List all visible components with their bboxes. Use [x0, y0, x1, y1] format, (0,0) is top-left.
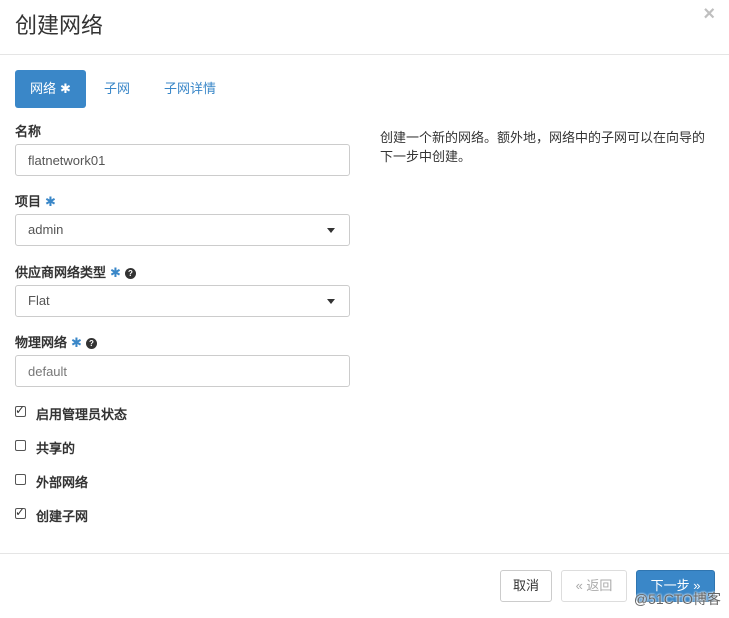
cancel-button[interactable]: 取消 [500, 570, 552, 602]
help-icon[interactable]: ? [124, 268, 136, 279]
close-icon[interactable]: × [703, 4, 715, 24]
back-button[interactable]: « 返回 [561, 570, 627, 602]
help-icon[interactable]: ? [85, 338, 97, 349]
dialog-title: 创建网络 [15, 13, 104, 38]
required-icon: ✱ [71, 335, 82, 350]
checkbox-unchecked-icon[interactable] [15, 474, 26, 485]
required-icon: ✱ [60, 81, 71, 96]
tab-network-label: 网络 [30, 81, 57, 96]
shared-label: 共享的 [36, 441, 76, 456]
create-subnet-label: 创建子网 [36, 509, 89, 524]
tab-subnet[interactable]: 子网 [104, 70, 130, 108]
caret-down-icon [327, 299, 335, 304]
physical-network-input[interactable] [15, 355, 350, 387]
watermark: @51CTO博客 [633, 591, 721, 607]
external-network-label: 外部网络 [36, 475, 89, 490]
provider-type-select-value: Flat [28, 293, 50, 308]
name-input[interactable] [15, 144, 350, 176]
checkbox-unchecked-icon[interactable] [15, 440, 26, 451]
physical-network-label: 物理网络 ✱? [15, 332, 97, 351]
project-select[interactable]: admin [15, 214, 350, 246]
admin-state-label: 启用管理员状态 [36, 407, 128, 422]
required-icon: ✱ [45, 194, 56, 209]
provider-type-label: 供应商网络类型 ✱? [15, 262, 136, 281]
required-icon: ✱ [110, 265, 121, 280]
project-select-value: admin [28, 222, 64, 237]
name-label: 名称 [15, 124, 42, 139]
dialog-header: 创建网络 × [0, 0, 729, 55]
project-label: 项目 ✱ [15, 194, 56, 209]
tab-subnet-details[interactable]: 子网详情 [164, 70, 216, 108]
caret-down-icon [327, 228, 335, 233]
help-description: 创建一个新的网络。额外地，网络中的子网可以在向导的下一步中创建。 [380, 130, 706, 164]
checkbox-checked-icon[interactable]: ✓ [15, 505, 26, 519]
checkbox-checked-icon[interactable]: ✓ [15, 403, 26, 417]
tab-network[interactable]: 网络 ✱ [15, 70, 86, 108]
provider-type-select[interactable]: Flat [15, 285, 350, 317]
